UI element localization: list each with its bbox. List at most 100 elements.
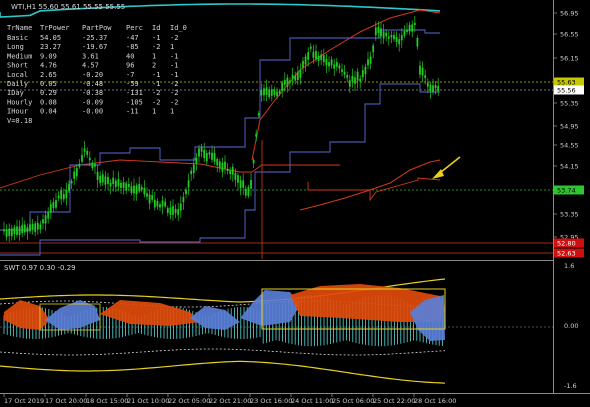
- price-chart[interactable]: [0, 0, 590, 407]
- candle: [81, 155, 83, 162]
- candle: [333, 64, 336, 69]
- candle: [99, 175, 102, 184]
- candle: [432, 85, 434, 92]
- candle: [42, 219, 44, 224]
- candle: [146, 193, 148, 197]
- candle: [291, 75, 294, 79]
- candle: [231, 166, 234, 175]
- candle: [151, 195, 154, 200]
- candle: [424, 75, 427, 78]
- candle: [60, 190, 63, 200]
- candle: [429, 84, 432, 92]
- candle: [29, 224, 31, 232]
- candle: [68, 183, 70, 192]
- candle: [328, 62, 330, 67]
- candle: [411, 24, 414, 32]
- candle: [55, 200, 57, 208]
- candle: [226, 168, 229, 172]
- candle: [221, 162, 224, 172]
- candle: [338, 65, 341, 69]
- candle: [83, 148, 86, 152]
- candle: [299, 70, 302, 78]
- candle: [252, 159, 255, 164]
- candle: [44, 215, 47, 224]
- candle: [3, 229, 5, 232]
- candle: [348, 80, 351, 87]
- candle: [78, 164, 81, 167]
- candle: [179, 203, 182, 211]
- candle: [8, 228, 11, 236]
- candle: [135, 185, 138, 195]
- candle: [198, 148, 200, 157]
- candle: [70, 180, 73, 184]
- candle: [270, 89, 273, 96]
- candle: [10, 228, 13, 237]
- candle: [304, 56, 307, 65]
- candle: [307, 52, 310, 60]
- candle: [224, 161, 226, 169]
- candle: [140, 187, 143, 190]
- candle: [13, 227, 16, 235]
- candle: [125, 183, 128, 191]
- candle: [133, 185, 135, 194]
- candle: [36, 222, 39, 230]
- candle: [377, 26, 380, 33]
- candle: [237, 175, 239, 183]
- candle: [130, 186, 133, 193]
- candle: [153, 199, 156, 208]
- candle: [382, 31, 385, 39]
- candle: [320, 54, 323, 60]
- candle: [216, 159, 219, 166]
- candle: [218, 161, 221, 169]
- candle: [120, 182, 122, 188]
- candle: [117, 178, 120, 187]
- candle: [148, 194, 151, 204]
- candle: [330, 59, 333, 66]
- candle: [283, 79, 286, 85]
- candle: [208, 152, 211, 155]
- candle: [127, 183, 130, 188]
- candle: [369, 56, 372, 64]
- candle: [359, 78, 362, 82]
- chart-background: [0, 0, 590, 407]
- candle: [257, 113, 260, 116]
- candle: [91, 162, 94, 169]
- candle: [434, 85, 437, 89]
- candle: [169, 207, 172, 215]
- candle: [187, 180, 190, 188]
- candle: [367, 59, 369, 66]
- candle: [374, 27, 377, 36]
- candle: [315, 51, 317, 60]
- candle: [88, 157, 91, 161]
- candle: [244, 188, 247, 196]
- candle: [229, 170, 232, 175]
- candle: [86, 150, 89, 155]
- candle: [312, 51, 315, 58]
- candle: [182, 197, 185, 203]
- trading-terminal: WTI,H1 55.60 55.61 55.55 55.55 SWT 0.97 …: [0, 0, 590, 407]
- candle: [23, 224, 26, 233]
- candle: [302, 60, 304, 68]
- candle: [406, 29, 408, 32]
- candle: [426, 82, 429, 87]
- candle: [260, 90, 263, 96]
- candle: [138, 184, 141, 192]
- candle: [296, 71, 299, 80]
- candle: [5, 229, 8, 237]
- candle: [421, 67, 424, 76]
- candle: [335, 62, 338, 67]
- candle: [75, 168, 78, 177]
- candle: [385, 32, 388, 37]
- candle: [341, 69, 343, 72]
- candle: [361, 70, 364, 78]
- candle: [190, 170, 193, 175]
- candle: [159, 204, 161, 208]
- candle: [203, 149, 206, 159]
- candle: [52, 202, 55, 209]
- candle: [294, 75, 297, 81]
- candle: [309, 46, 312, 49]
- candle: [273, 89, 276, 95]
- candle: [62, 194, 65, 200]
- candle: [322, 55, 325, 63]
- candle: [57, 195, 60, 199]
